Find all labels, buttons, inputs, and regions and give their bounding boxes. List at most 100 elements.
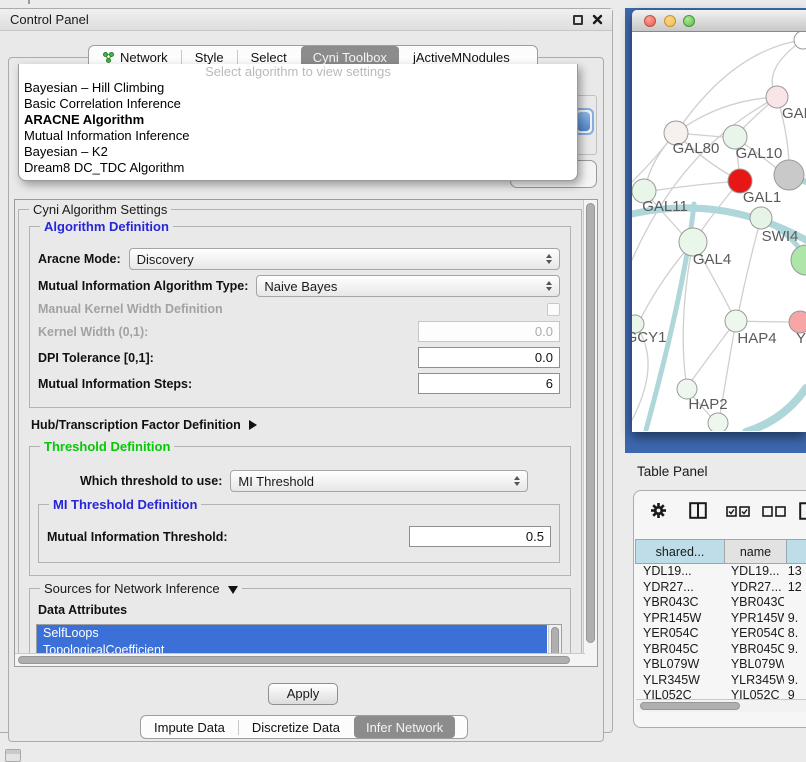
tab-infer-network[interactable]: Infer Network [354,716,455,738]
tab-select-label: Select [251,50,287,65]
node-unlabeled-top[interactable] [794,32,806,49]
settings-horizontal-scrollbar-thumb[interactable] [18,656,570,664]
hub-label: Hub/Transcription Factor Definition [31,418,241,432]
export-table-icon[interactable] [799,502,806,520]
mi-steps-field[interactable]: 6 [418,373,560,394]
node-hap4[interactable] [725,310,747,332]
dpi-tolerance-field[interactable]: 0.0 [418,347,560,368]
algorithm-definition-group: Algorithm Definition Aracne Mode: Discov… [29,226,571,408]
network-window-titlebar[interactable] [632,10,806,32]
table-cell: YPR145W [723,611,784,627]
manual-kernel-checkbox[interactable] [547,303,560,316]
network-window: GALGAL80GAL10GAL1GAL11SWI4GAL4GCY1HAP4YH… [632,10,806,432]
table-row[interactable]: YBR045CYBR045C9. [636,642,806,658]
mi-threshold-field[interactable]: 0.5 [409,526,551,547]
table-row[interactable]: YIL052CYIL052C9 [636,688,806,699]
minimized-panel-titlebar [6,750,20,754]
table-row[interactable]: YER054CYER054C8. [636,626,806,642]
node-gal80-label: GAL80 [673,140,720,157]
window-minimize-button[interactable] [664,15,676,27]
column-header-shared-name[interactable]: shared... [635,539,725,564]
table-row[interactable]: YPR145WYPR145W9. [636,611,806,627]
table-row[interactable]: YLR345WYLR345W9. [636,673,806,689]
table-cell: YDR27... [723,580,784,596]
kernel-width-field[interactable]: 0.0 [418,321,560,342]
mi-steps-label: Mutual Information Steps: [38,377,192,391]
node-gray[interactable] [774,160,804,190]
algorithm-option[interactable]: Dream8 DC_TDC Algorithm [19,160,577,176]
tab-style-label: Style [195,50,224,65]
tab-infer-network-label: Infer Network [366,720,443,735]
table-cell: YDL19... [723,564,784,580]
table-cell: YIL052C [723,688,784,699]
which-threshold-combobox[interactable]: MI Threshold [230,470,528,492]
table-cell: 9. [784,611,806,627]
window-zoom-button[interactable] [683,15,695,27]
tab-discretize-data[interactable]: Discretize Data [240,716,352,738]
tab-separator [181,50,182,65]
sources-title[interactable]: Sources for Network Inference [40,581,242,596]
node-swi4[interactable] [750,207,772,229]
tab-impute-data-label: Impute Data [154,720,225,735]
aracne-mode-combobox[interactable]: Discovery [129,248,560,270]
network-edge [690,321,736,383]
node-gcy1-label: GCY1 [632,329,666,346]
aracne-mode-label: Aracne Mode: [38,252,121,266]
float-window-icon[interactable] [573,15,583,25]
algorithm-option-selected[interactable]: ARACNE Algorithm [19,112,577,128]
tab-impute-data[interactable]: Impute Data [142,716,237,738]
unchecked-columns-icon[interactable] [762,506,787,517]
hub-transcription-factor-expander[interactable]: Hub/Transcription Factor Definition [31,418,571,432]
tab-cyni-toolbox-label: Cyni Toolbox [313,50,387,65]
table-body: YDL19...YDL19...13YDR27...YDR27...12YBR0… [636,564,806,699]
column-header-name[interactable]: name [724,539,787,564]
node-gal1-label: GAL1 [743,189,781,206]
table-cell: YDL19... [636,564,723,580]
network-edge [676,97,777,133]
close-icon[interactable] [591,13,604,26]
attribute-item-selected[interactable]: SelfLoops [37,625,547,642]
network-view-frame: GALGAL80GAL10GAL1GAL11SWI4GAL4GCY1HAP4YH… [625,8,806,453]
split-columns-icon[interactable] [689,502,707,519]
algorithm-option[interactable]: Mutual Information Inference [19,128,577,144]
table-cell: 12 [784,580,806,596]
algorithm-option[interactable]: Bayesian – Hill Climbing [19,80,577,96]
minimized-panel-icon[interactable] [5,749,21,762]
node-gal-partial-label: GAL [782,105,806,122]
node-unlabeled-bottom[interactable] [708,413,728,431]
node-swi4-label: SWI4 [762,228,799,245]
network-edge [652,181,740,191]
mi-algorithm-type-combobox[interactable]: Naive Bayes [256,275,560,297]
sources-title-label: Sources for Network Inference [44,581,220,596]
node-green-right[interactable] [791,245,806,275]
column-header-partial[interactable] [786,539,806,564]
table-panel-title: Table Panel [637,464,708,479]
settings-vertical-scrollbar-thumb[interactable] [586,203,595,643]
window-close-button[interactable] [644,15,656,27]
network-canvas[interactable]: GALGAL80GAL10GAL1GAL11SWI4GAL4GCY1HAP4YH… [632,32,806,431]
table-row[interactable]: YDR27...YDR27...12 [636,580,806,596]
cyni-bottom-tabbar: Impute Data Discretize Data Infer Networ… [140,715,468,739]
node-gal11-label: GAL11 [642,198,688,215]
top-edge-artifact [28,0,30,4]
apply-button[interactable]: Apply [268,683,338,705]
gear-icon[interactable] [650,502,667,519]
node-hap2-label: HAP2 [688,396,727,413]
mi-algorithm-type-label: Mutual Information Algorithm Type: [38,279,248,293]
table-row[interactable]: YBR043CYBR043C [636,595,806,611]
table-cell: 8. [784,626,806,642]
table-cell: YLR345W [636,673,723,689]
settings-vertical-scrollbar [583,200,597,666]
table-row[interactable]: YBL079WYBL079W [636,657,806,673]
table-row[interactable]: YDL19...YDL19...13 [636,564,806,580]
tab-discretize-data-label: Discretize Data [252,720,340,735]
algorithm-option[interactable]: Basic Correlation Inference [19,96,577,112]
table-cell: YBR045C [636,642,723,658]
dpi-tolerance-label: DPI Tolerance [0,1]: [38,351,154,365]
algorithm-option[interactable]: Bayesian – K2 [19,144,577,160]
table-toolbar [634,499,806,529]
table-horizontal-scrollbar-thumb[interactable] [640,702,740,710]
network-edge [632,142,668,182]
checked-columns-icon[interactable] [726,506,751,517]
table-cell: 9. [784,673,806,689]
